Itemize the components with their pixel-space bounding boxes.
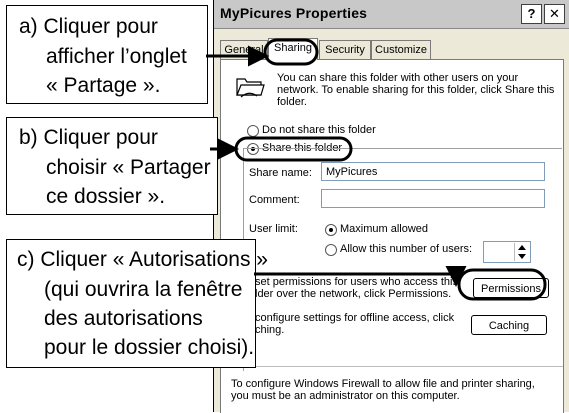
user-limit-label: User limit:	[249, 223, 298, 235]
sharing-intro-text: You can share this folder with other use…	[277, 72, 555, 108]
permissions-text-line: lder over the network, click Permissions…	[255, 288, 452, 300]
tab-security[interactable]: Security	[319, 40, 371, 59]
comment-label: Comment:	[249, 194, 300, 206]
properties-dialog: MyPicures Properties ? ✕ General Sharing…	[213, 0, 569, 413]
radio-circle	[247, 125, 259, 137]
title-bar[interactable]: MyPicures Properties ? ✕	[214, 0, 569, 29]
sharing-panel: You can share this folder with other use…	[220, 59, 564, 413]
callout-c: c) Cliquer « Autorisations » (qui ouvrir…	[6, 239, 268, 368]
firewall-note: To configure Windows Firewall to allow f…	[231, 378, 535, 402]
do-not-share-label: Do not share this folder	[262, 124, 376, 136]
user-count-spinner[interactable]	[483, 241, 531, 263]
tab-sharing[interactable]: Sharing	[268, 38, 318, 60]
firewall-text-line: To configure Windows Firewall to allow f…	[231, 378, 535, 390]
spin-down-icon[interactable]	[518, 254, 526, 259]
callout-a-line: afficher l’onglet	[46, 45, 187, 68]
callout-b: b) Cliquer pour choisir « Partager ce do…	[6, 117, 218, 215]
firewall-text-line: you must be an administrator on this com…	[231, 390, 460, 402]
callout-c-line: pour le dossier choisi).	[44, 336, 255, 359]
callout-c-line: (qui ouvrira la fenêtre	[44, 278, 243, 301]
share-name-input[interactable]: MyPicures	[321, 162, 545, 181]
permissions-text-line: set permissions for users who access thi…	[255, 276, 458, 288]
tab-strip: General Sharing Security Customize	[214, 38, 569, 60]
permissions-description: set permissions for users who access thi…	[255, 276, 458, 300]
callout-b-line: b) Cliquer pour	[19, 126, 158, 149]
separator-line	[231, 366, 563, 367]
tab-customize[interactable]: Customize	[371, 40, 431, 59]
callout-b-line: choisir « Partager	[46, 156, 211, 179]
dialog-title: MyPicures Properties	[220, 5, 368, 21]
callout-b-line: ce dossier ».	[46, 185, 166, 208]
comment-input[interactable]	[321, 189, 545, 208]
allow-number-label: Allow this number of users:	[340, 243, 473, 255]
callout-a-line: a) Cliquer pour	[19, 15, 158, 38]
permissions-button[interactable]: Permissions	[473, 278, 549, 298]
shared-folder-icon	[236, 78, 265, 98]
callout-a: a) Cliquer pour afficher l’onglet « Part…	[6, 5, 208, 104]
spin-up-icon[interactable]	[518, 245, 526, 250]
help-button[interactable]: ?	[521, 4, 542, 24]
caching-text-line: configure settings for offline access, c…	[255, 312, 455, 324]
caching-description: configure settings for offline access, c…	[255, 312, 454, 336]
callout-c-line: des autorisations	[44, 307, 203, 330]
callout-a-line: « Partage ».	[46, 74, 161, 97]
caching-text-line: ching.	[255, 324, 285, 336]
share-name-label: Share name:	[249, 167, 312, 179]
caching-button[interactable]: Caching	[471, 315, 547, 335]
maximum-allowed-label: Maximum allowed	[340, 223, 429, 235]
tab-general[interactable]: General	[220, 40, 268, 59]
radio-circle	[325, 224, 337, 236]
radio-circle	[325, 244, 337, 256]
callout-c-line: c) Cliquer « Autorisations »	[17, 248, 268, 271]
close-button[interactable]: ✕	[544, 4, 565, 24]
spinner-arrows[interactable]	[514, 243, 529, 261]
